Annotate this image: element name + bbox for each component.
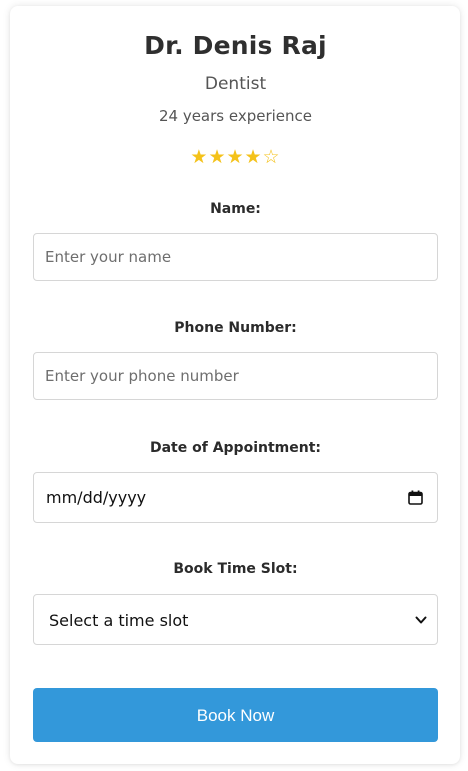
rating-stars: ★★★★☆ [190,146,281,168]
time-slot-selected: Select a time slot [49,611,189,630]
book-now-button[interactable]: Book Now [33,688,438,742]
name-field[interactable] [33,233,438,281]
calendar-icon[interactable] [408,490,423,505]
doctor-specialty: Dentist [204,74,267,94]
phone-field[interactable] [33,352,438,400]
doctor-name: Dr. Denis Raj [144,31,327,60]
time-slot-label: Book Time Slot: [173,561,298,577]
doctor-experience: 24 years experience [158,107,313,125]
date-input[interactable]: mm/dd/yyyy [33,472,438,523]
time-slot-select[interactable]: Select a time slot [33,594,438,645]
phone-input[interactable] [34,353,437,399]
name-label: Name: [210,201,261,217]
date-placeholder: mm/dd/yyyy [46,488,147,507]
appointment-card: Dr. Denis Raj Dentist 24 years experienc… [10,6,460,764]
name-input[interactable] [34,234,437,280]
chevron-down-icon [415,616,427,624]
date-label: Date of Appointment: [149,440,321,456]
phone-label: Phone Number: [174,320,297,336]
